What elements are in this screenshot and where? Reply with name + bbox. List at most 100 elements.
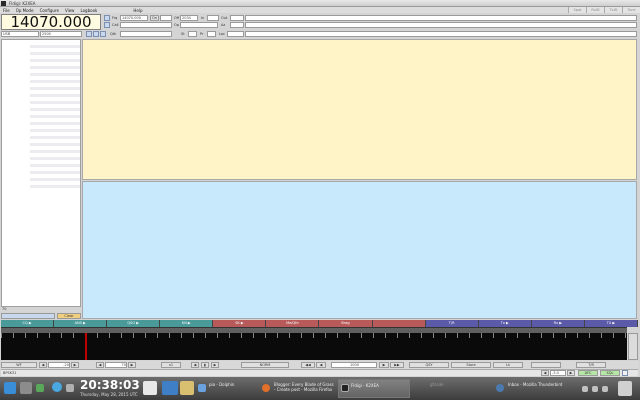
freq-up-button[interactable]: ▶	[379, 362, 389, 368]
macro-rx[interactable]: Rx ▶	[531, 320, 585, 327]
st-field[interactable]	[188, 31, 197, 37]
list-item[interactable]	[30, 101, 80, 104]
on-button[interactable]: On	[150, 15, 159, 21]
sql-button[interactable]: SQL	[600, 370, 620, 376]
list-item[interactable]	[30, 150, 80, 153]
wf-high-down-button[interactable]: ◀	[96, 362, 104, 368]
list-slider[interactable]	[1, 313, 55, 319]
status-mode[interactable]: BPSK31	[3, 370, 16, 376]
wf-low-field[interactable]: -20	[48, 362, 70, 368]
az-field[interactable]	[230, 22, 244, 28]
qth-field[interactable]	[120, 31, 172, 37]
list-item[interactable]	[30, 87, 80, 90]
menu-op-mode[interactable]: Op Mode	[16, 8, 34, 13]
list-item[interactable]	[30, 80, 80, 83]
store-button[interactable]: Store	[451, 362, 491, 368]
macro-me-qth[interactable]: Me/Qth	[266, 320, 320, 327]
tray-icon[interactable]	[602, 386, 608, 392]
clear-button[interactable]: Clear	[57, 313, 81, 319]
waterfall-cursor[interactable]	[85, 333, 87, 360]
list-item[interactable]	[30, 157, 80, 160]
bw-select[interactable]: 2500	[40, 31, 82, 37]
network-icon[interactable]	[52, 382, 62, 392]
macro-tx[interactable]: Tx ▶	[478, 320, 532, 327]
zoom-pause-button[interactable]: ▮	[201, 362, 209, 368]
on-field[interactable]	[160, 15, 172, 21]
off-field[interactable]: 2034	[180, 15, 198, 21]
trash-icon[interactable]	[618, 381, 632, 396]
pr-field[interactable]	[207, 31, 216, 37]
freq-down-fast-button[interactable]: ◀◀	[301, 362, 315, 368]
volume-icon[interactable]	[66, 384, 74, 392]
frq-field[interactable]: 14070.000	[120, 15, 148, 21]
freq-down-button[interactable]: ◀	[316, 362, 326, 368]
rxid-button[interactable]: RxID	[586, 7, 604, 13]
macro-tr[interactable]: T/R	[425, 320, 479, 327]
task-thunderbird[interactable]: Inbox - Mozilla Thunderbird	[508, 379, 578, 398]
tune-button[interactable]: Tune	[622, 7, 640, 13]
qso-icon[interactable]	[104, 15, 110, 21]
norm-button[interactable]: NORM	[241, 362, 289, 368]
task-gfcode[interactable]: gfcode	[430, 379, 480, 398]
loc-field[interactable]	[227, 31, 244, 37]
folder-icon[interactable]	[162, 381, 178, 395]
macro-brag[interactable]: Brag	[319, 320, 373, 327]
waterfall[interactable]	[1, 333, 638, 360]
macro-qso[interactable]: QSO ▶	[107, 320, 161, 327]
desktop-icon[interactable]	[20, 382, 32, 394]
list-item[interactable]	[30, 66, 80, 69]
menu-logbook[interactable]: Logbook	[80, 8, 97, 13]
list-item[interactable]	[30, 115, 80, 118]
pager-icon[interactable]	[36, 384, 44, 392]
tray-icon[interactable]	[582, 386, 588, 392]
txid-button[interactable]: TxID	[604, 7, 622, 13]
afc-up-button[interactable]: ▶	[567, 370, 575, 376]
out-field[interactable]	[230, 15, 244, 21]
qth-notes-field[interactable]	[245, 22, 637, 28]
tr-button[interactable]: T/R	[576, 362, 606, 368]
list-item[interactable]	[30, 45, 80, 48]
in-field[interactable]	[207, 15, 219, 21]
macro-cq[interactable]: CQ ▶	[1, 320, 55, 327]
call-field[interactable]	[120, 22, 172, 28]
op-field[interactable]	[180, 22, 218, 28]
mode-select[interactable]: USB	[1, 31, 39, 37]
macro-tx-end[interactable]: TX ▶	[584, 320, 638, 327]
clear-icon[interactable]	[93, 31, 99, 37]
rev-button[interactable]	[531, 362, 561, 368]
zoom-in-button[interactable]: ▶	[211, 362, 219, 368]
afc-button[interactable]: AFC	[578, 370, 598, 376]
receive-text-pane[interactable]	[82, 39, 637, 180]
wf-mode-button[interactable]: WF	[1, 362, 37, 368]
list-item[interactable]	[30, 185, 80, 188]
frequency-display[interactable]: 14070.000	[1, 14, 101, 30]
freq-up-fast-button[interactable]: ▶▶	[390, 362, 404, 368]
afc-value-field[interactable]: -3.0	[550, 370, 566, 376]
list-item[interactable]	[30, 136, 80, 139]
macro-empty[interactable]	[372, 320, 426, 327]
menu-configure[interactable]: Configure	[40, 8, 59, 13]
carrier-freq-field[interactable]: 1000	[331, 362, 377, 368]
wf-low-up-button[interactable]: ▶	[71, 362, 79, 368]
list-item[interactable]	[30, 73, 80, 76]
list-item[interactable]	[30, 129, 80, 132]
macro-sk[interactable]: SK ▶	[213, 320, 267, 327]
macro-kn[interactable]: KN ▶	[160, 320, 214, 327]
list-item[interactable]	[30, 94, 80, 97]
lock-icon[interactable]	[622, 370, 628, 376]
list-item[interactable]	[30, 52, 80, 55]
app-launcher-icon[interactable]	[4, 382, 16, 394]
log-icon[interactable]	[104, 22, 110, 28]
wf-high-field[interactable]: 70	[105, 362, 127, 368]
list-item[interactable]	[30, 143, 80, 146]
wf-low-down-button[interactable]: ◀	[39, 362, 47, 368]
signal-browser-list[interactable]	[1, 39, 81, 307]
list-item[interactable]	[30, 171, 80, 174]
clock-time[interactable]: 20:38:03	[80, 379, 140, 391]
zoom-out-button[interactable]: ◀	[191, 362, 199, 368]
save-icon[interactable]	[100, 31, 106, 37]
bookmark-icon[interactable]	[180, 381, 194, 395]
notes-field[interactable]	[245, 15, 637, 21]
afc-down-button[interactable]: ◀	[541, 370, 549, 376]
lock-button[interactable]: Lk	[493, 362, 523, 368]
